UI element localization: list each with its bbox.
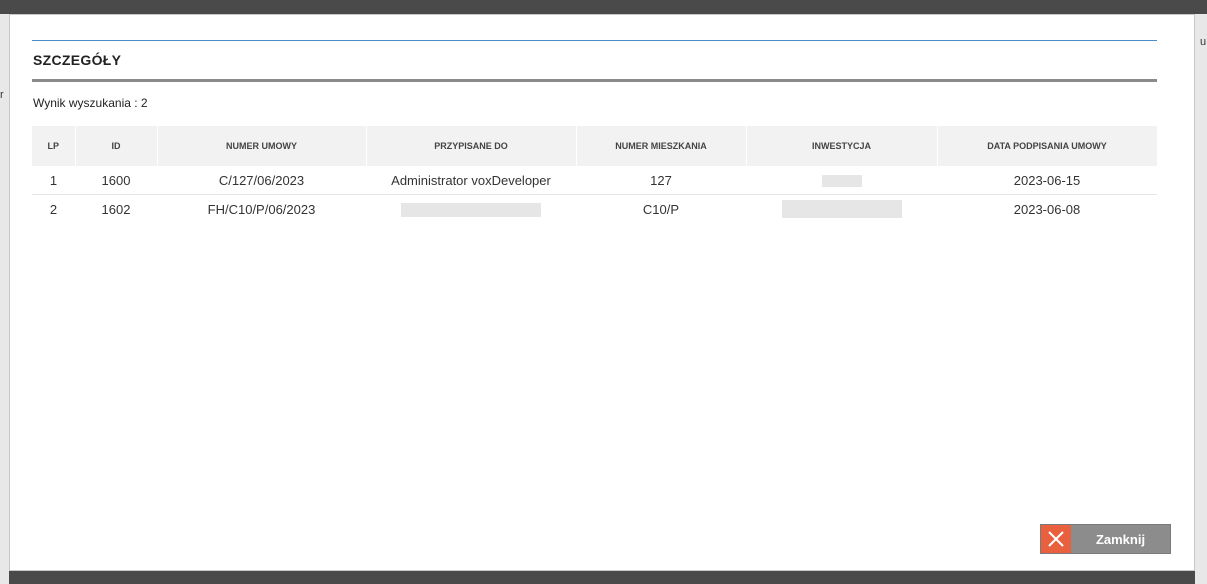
column-header-lp[interactable]: LP (32, 126, 76, 166)
cell-id: 1600 (75, 166, 157, 195)
cell-inwestycja (746, 195, 937, 224)
background-text-left: r (0, 89, 4, 101)
cell-data: 2023-06-15 (937, 166, 1157, 195)
table-row[interactable]: 1 1600 C/127/06/2023 Administrator voxDe… (32, 166, 1157, 195)
column-header-inwestycja[interactable]: INWESTYCJA (746, 126, 938, 166)
cell-lp: 1 (32, 166, 75, 195)
redacted-value (781, 200, 902, 218)
cell-id: 1602 (101, 201, 131, 217)
cell-numer-mieszkania: 127 (576, 166, 746, 195)
cell-lp: 2 (49, 201, 58, 217)
background-text-right: u (1200, 36, 1207, 48)
details-dialog: SZCZEGÓŁY Wynik wyszukania : 2 LP ID NUM… (9, 14, 1195, 571)
redacted-value (821, 175, 862, 188)
column-header-data[interactable]: DATA PODPISANIA UMOWY (937, 126, 1158, 166)
cell-przypisane-do: Administrator voxDeveloper (366, 166, 576, 195)
cell-inwestycja (746, 166, 937, 195)
dialog-title: SZCZEGÓŁY (33, 52, 122, 68)
top-divider (32, 40, 1157, 41)
table-row[interactable]: 2 1602 FH/C10/P/06/2023 C10/P 2023-06-08 (32, 195, 1157, 224)
column-header-numer-umowy[interactable]: NUMER UMOWY (157, 126, 367, 166)
title-divider (32, 79, 1157, 82)
close-button[interactable]: Zamknij (1040, 524, 1171, 554)
redacted-value (401, 202, 541, 217)
column-header-numer-mieszkania[interactable]: NUMER MIESZKANIA (576, 126, 747, 166)
table-header-row: LP ID NUMER UMOWY PRZYPISANE DO NUMER MI… (32, 126, 1158, 166)
results-table: LP ID NUMER UMOWY PRZYPISANE DO NUMER MI… (32, 126, 1158, 223)
cell-przypisane-do (366, 195, 576, 224)
cell-numer-mieszkania: C10/P (642, 201, 680, 217)
column-header-przypisane-do[interactable]: PRZYPISANE DO (366, 126, 577, 166)
cell-numer-umowy: C/127/06/2023 (157, 166, 366, 195)
backdrop-right (1195, 14, 1207, 584)
close-button-label: Zamknij (1095, 531, 1146, 547)
close-icon (1041, 525, 1071, 553)
cell-numer-umowy: FH/C10/P/06/2023 (207, 201, 316, 217)
cell-data: 2023-06-08 (1013, 201, 1081, 217)
column-header-id[interactable]: ID (75, 126, 158, 166)
result-count: Wynik wyszukania : 2 (33, 96, 148, 110)
